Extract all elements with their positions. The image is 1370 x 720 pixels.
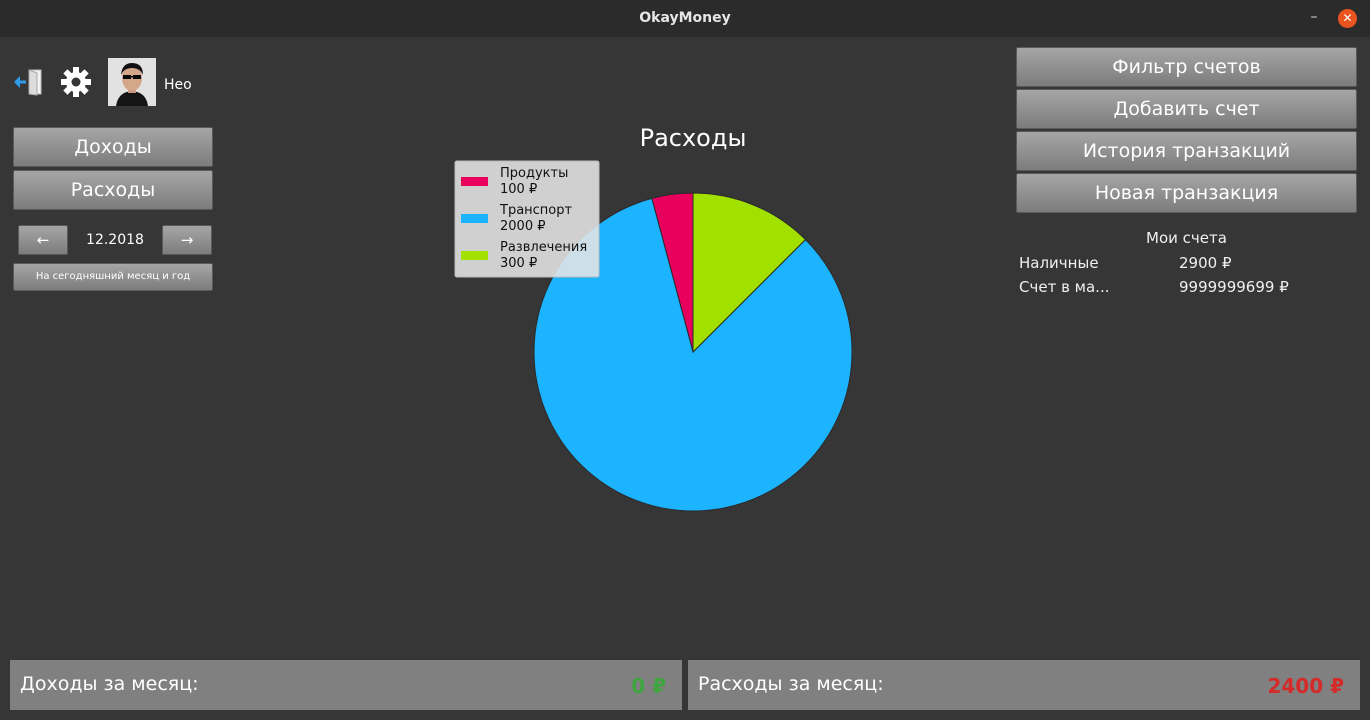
current-month-button[interactable]: На сегодняшний месяц и год <box>13 263 213 291</box>
prev-month-button[interactable]: ← <box>18 225 68 255</box>
chart-legend: Продукты100 ₽ Транспорт2000 ₽ Развлечения3… <box>454 160 600 278</box>
expenses-summary-value: 2400 ₽ <box>1267 674 1344 698</box>
filter-accounts-button[interactable]: Фильтр счетов <box>1016 47 1357 87</box>
expenses-pie-chart: Расходы Продукты 100 ₽ Транспорт 2000 ₽ Разв… <box>430 110 990 530</box>
expenses-summary-panel: Расходы за месяц: 2400 ₽ <box>688 660 1360 710</box>
close-button[interactable]: ✕ <box>1338 9 1357 28</box>
income-summary-panel: Доходы за месяц: 0 ₽ <box>10 660 682 710</box>
account-balance: 9999999699 ₽ <box>1179 278 1289 296</box>
legend-swatch <box>461 251 488 260</box>
income-summary-value: 0 ₽ <box>631 674 666 698</box>
period-label: 12.2018 <box>86 232 144 248</box>
legend-swatch <box>461 214 488 223</box>
user-name: Нео <box>164 77 192 93</box>
transaction-history-button[interactable]: История транзакций <box>1016 131 1357 171</box>
legend-label: Развлечения <box>500 240 587 255</box>
window-titlebar: OkayMoney – ✕ <box>0 0 1370 37</box>
accounts-heading: Мои счета <box>1146 229 1227 247</box>
legend-value: 100 ₽ <box>500 182 537 197</box>
chart-title: Расходы <box>640 124 747 152</box>
account-name[interactable]: Счет в ма... <box>1019 278 1110 296</box>
avatar[interactable] <box>108 58 156 106</box>
window-title: OkayMoney <box>639 10 731 26</box>
add-account-button[interactable]: Добавить счет <box>1016 89 1357 129</box>
legend-value: 300 ₽ <box>500 256 537 271</box>
account-name[interactable]: Наличные <box>1019 254 1099 272</box>
legend-label: Транспорт <box>499 203 573 218</box>
new-transaction-button[interactable]: Новая транзакция <box>1016 173 1357 213</box>
expenses-summary-label: Расходы за месяц: <box>698 673 884 695</box>
legend-label: Продукты <box>500 166 568 181</box>
expenses-button[interactable]: Расходы <box>13 170 213 210</box>
minimize-button[interactable]: – <box>1306 9 1322 25</box>
legend-swatch <box>461 177 488 186</box>
exit-icon[interactable] <box>14 68 44 96</box>
income-button[interactable]: Доходы <box>13 127 213 167</box>
next-month-button[interactable]: → <box>162 225 212 255</box>
income-summary-label: Доходы за месяц: <box>20 673 199 695</box>
gear-icon[interactable] <box>60 66 92 98</box>
legend-value: 2000 ₽ <box>500 219 546 234</box>
account-balance: 2900 ₽ <box>1179 254 1232 272</box>
